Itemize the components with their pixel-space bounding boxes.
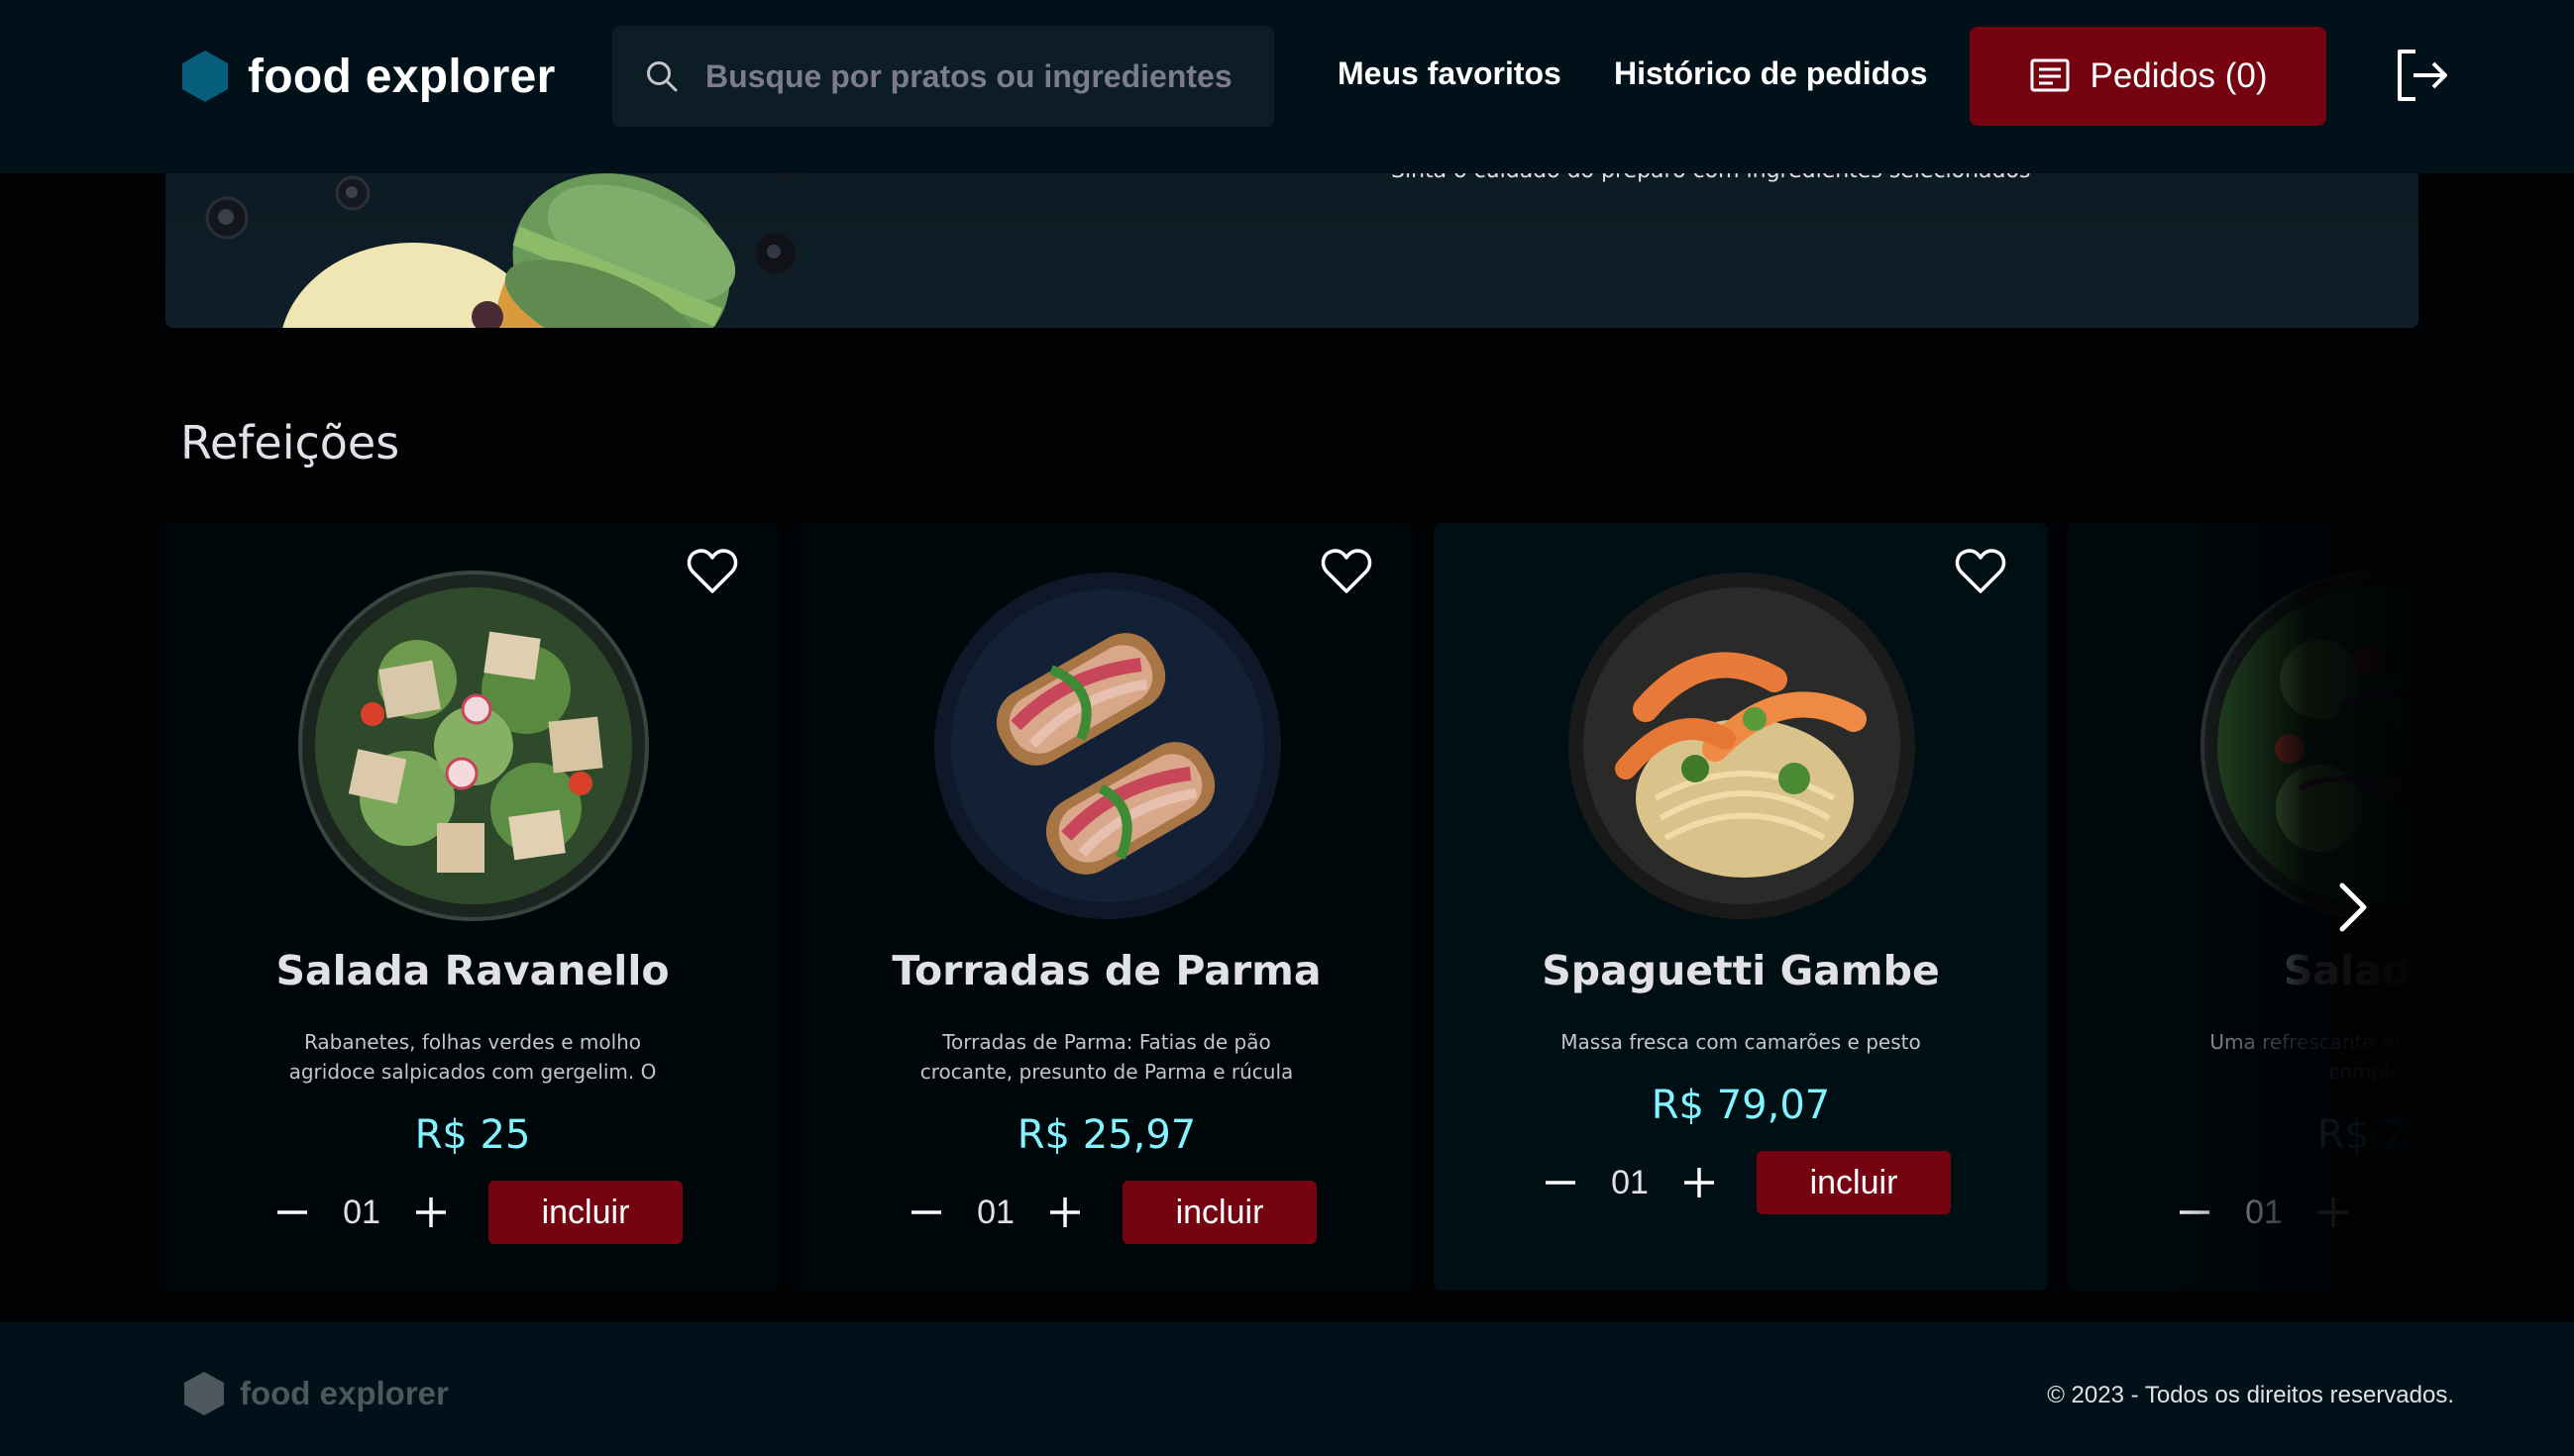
minus-icon[interactable] bbox=[2177, 1195, 2212, 1230]
dish-card: Spaguetti Gambe Massa fresca com camarõe… bbox=[1434, 523, 2048, 1291]
dish-card: Torradas de Parma Torradas de Parma: Fat… bbox=[800, 523, 1414, 1291]
dish-name[interactable]: Salada Ravanello bbox=[165, 947, 780, 994]
include-button[interactable]: incluir bbox=[1123, 1181, 1317, 1244]
dish-description: Rabanetes, folhas verdes e molho agridoc… bbox=[288, 1030, 657, 1084]
quantity-stepper: 01 incluir bbox=[1543, 1151, 1951, 1214]
search-bar[interactable] bbox=[612, 26, 1274, 127]
logout-icon[interactable] bbox=[2394, 48, 2449, 103]
orders-label: Pedidos (0) bbox=[2090, 56, 2268, 95]
dish-image-salada[interactable] bbox=[2200, 571, 2418, 921]
brand-logo[interactable]: food explorer bbox=[180, 44, 556, 109]
quantity-value: 01 bbox=[343, 1193, 380, 1231]
brand-name: food explorer bbox=[248, 50, 556, 103]
quantity-value: 01 bbox=[977, 1193, 1015, 1231]
footer-logo: food explorer bbox=[182, 1370, 449, 1417]
dish-name[interactable]: Torradas de Parma bbox=[800, 947, 1414, 994]
dish-image-salada-ravanello[interactable] bbox=[298, 571, 649, 921]
dish-price: R$ 25,97 bbox=[1017, 1112, 1197, 1158]
dish-card: Salada Ravanello Rabanetes, folhas verde… bbox=[165, 523, 780, 1291]
receipt-icon bbox=[2030, 58, 2069, 92]
hexagon-logo-icon bbox=[182, 51, 228, 102]
dish-description: Torradas de Parma: Fatias de pão crocant… bbox=[919, 1030, 1294, 1084]
page-footer: food explorer © 2023 - Todos os direitos… bbox=[0, 1322, 2574, 1456]
minus-icon[interactable] bbox=[1543, 1165, 1578, 1200]
hexagon-logo-icon bbox=[184, 1372, 224, 1415]
plus-icon[interactable] bbox=[1047, 1195, 1083, 1230]
include-button[interactable]: incluir bbox=[1757, 1151, 1951, 1214]
quantity-stepper: 01 incluir bbox=[909, 1181, 1317, 1244]
plus-icon[interactable] bbox=[1681, 1165, 1717, 1200]
heart-icon[interactable] bbox=[1321, 547, 1372, 596]
heart-icon[interactable] bbox=[687, 547, 738, 596]
heart-icon[interactable] bbox=[1955, 547, 2006, 596]
quantity-value: 01 bbox=[1611, 1163, 1649, 1201]
chevron-right-icon[interactable] bbox=[2330, 880, 2376, 935]
dish-name[interactable]: Salada l bbox=[2068, 947, 2418, 994]
dishes-carousel: Salada Ravanello Rabanetes, folhas verde… bbox=[165, 523, 2418, 1296]
minus-icon[interactable] bbox=[274, 1195, 310, 1230]
section-title: Refeições bbox=[180, 416, 400, 469]
minus-icon[interactable] bbox=[909, 1195, 944, 1230]
include-button[interactable]: incluir bbox=[488, 1181, 683, 1244]
orders-button[interactable]: Pedidos (0) bbox=[1970, 27, 2326, 126]
app-root: Sinta o cuidado do preparo com ingredien… bbox=[0, 0, 2574, 1456]
quantity-value: 01 bbox=[2245, 1193, 2283, 1231]
quantity-stepper: 01 bbox=[2177, 1181, 2418, 1244]
dish-price: R$ 79,07 bbox=[1651, 1083, 1831, 1128]
search-icon bbox=[647, 61, 678, 92]
copyright-text: © 2023 - Todos os direitos reservados. bbox=[2047, 1382, 2454, 1408]
include-button[interactable] bbox=[2391, 1181, 2418, 1244]
dish-description: Massa fresca com camarões e pesto bbox=[1560, 1030, 1921, 1054]
search-input[interactable] bbox=[705, 57, 1260, 95]
dish-image-spaguetti-gambe[interactable] bbox=[1566, 571, 1917, 921]
dish-price: R$ 25 bbox=[414, 1112, 531, 1158]
dish-name[interactable]: Spaguetti Gambe bbox=[1434, 947, 2048, 994]
dish-image-torradas-de-parma[interactable] bbox=[932, 571, 1283, 921]
quantity-stepper: 01 incluir bbox=[274, 1181, 683, 1244]
dish-price: R$ 23 bbox=[2316, 1112, 2418, 1158]
dish-description: Uma refrescante mistura frescas, complem bbox=[2209, 1030, 2418, 1084]
plus-icon[interactable] bbox=[2315, 1195, 2351, 1230]
nav-order-history-link[interactable]: Histórico de pedidos bbox=[1614, 55, 1927, 92]
plus-icon[interactable] bbox=[413, 1195, 449, 1230]
footer-brand-name: food explorer bbox=[240, 1375, 449, 1411]
nav-favorites-link[interactable]: Meus favoritos bbox=[1338, 55, 1561, 92]
top-header: food explorer Meus favoritos Histórico d… bbox=[0, 0, 2574, 173]
